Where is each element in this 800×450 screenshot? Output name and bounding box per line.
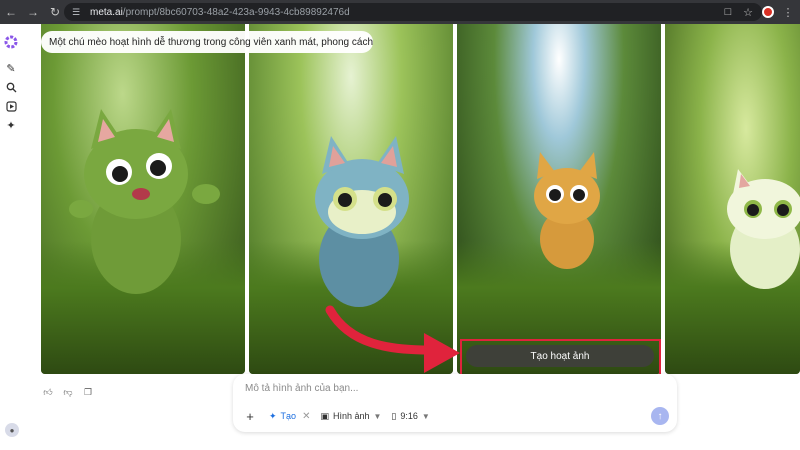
menu-icon[interactable]: ⋮: [780, 4, 796, 20]
thumbs-up-icon[interactable]: 👍︎: [42, 386, 54, 398]
image-icon: ▣: [320, 410, 329, 421]
site-info-icon[interactable]: ☰: [72, 7, 84, 18]
cast-icon[interactable]: □: [720, 4, 736, 20]
close-icon[interactable]: ✕: [302, 411, 310, 422]
url-path: /prompt/8bc60703-48a2-423a-9943-4cb89892…: [122, 6, 350, 18]
user-avatar-icon[interactable]: ●: [5, 423, 19, 437]
browser-toolbar: ← → ↻ ☰ meta.ai /prompt/8bc60703-48a2-42…: [0, 0, 800, 24]
aspect-ratio-dropdown[interactable]: ▯ 9:16 ▼: [391, 411, 429, 422]
forward-icon[interactable]: →: [22, 0, 44, 24]
chevron-down-icon: ▼: [373, 411, 382, 421]
white-green-cat-illustration: [727, 169, 800, 289]
phone-icon: ▯: [391, 410, 397, 421]
create-animation-button[interactable]: Tạo hoạt ảnh: [466, 345, 654, 367]
generated-image-1[interactable]: [41, 24, 245, 374]
image-label: Hình ảnh: [332, 411, 370, 421]
ratio-label: 9:16: [400, 411, 418, 421]
generated-image-4[interactable]: [665, 24, 800, 374]
red-arrow-annotation: [325, 305, 460, 373]
url-host: meta.ai: [90, 6, 123, 18]
media-type-dropdown[interactable]: ▣ Hình ảnh ▼: [320, 411, 381, 422]
reload-icon[interactable]: ↻: [44, 0, 66, 24]
back-icon[interactable]: ←: [0, 0, 22, 24]
address-bar[interactable]: ☰ meta.ai /prompt/8bc60703-48a2-423a-994…: [64, 3, 762, 21]
prompt-composer: Mô tả hình ảnh của bạn... + ✦ Tạo ✕ ▣ Hì…: [233, 374, 677, 432]
chevron-down-icon: ▼: [421, 411, 430, 421]
reaction-bar: 👍︎ 👎︎ ❐: [42, 386, 94, 398]
add-attachment-button[interactable]: +: [241, 407, 259, 425]
send-button[interactable]: ↑: [651, 407, 669, 425]
orange-cat-illustration: [534, 152, 600, 269]
create-mode-chip[interactable]: ✦ Tạo ✕: [269, 411, 310, 422]
prompt-input[interactable]: Mô tả hình ảnh của bạn...: [245, 383, 358, 394]
star-icon[interactable]: ☆: [740, 4, 756, 20]
prompt-text-bubble: Một chú mèo hoạt hình dễ thương trong cô…: [41, 31, 373, 53]
create-label: Tạo: [280, 411, 297, 421]
copy-icon[interactable]: ❐: [82, 386, 94, 398]
sparkle-icon: ✦: [269, 410, 277, 421]
green-cat-illustration: [69, 109, 220, 294]
thumbs-down-icon[interactable]: 👎︎: [62, 386, 74, 398]
extension-icon[interactable]: [760, 4, 776, 20]
generated-image-3[interactable]: [457, 24, 661, 374]
